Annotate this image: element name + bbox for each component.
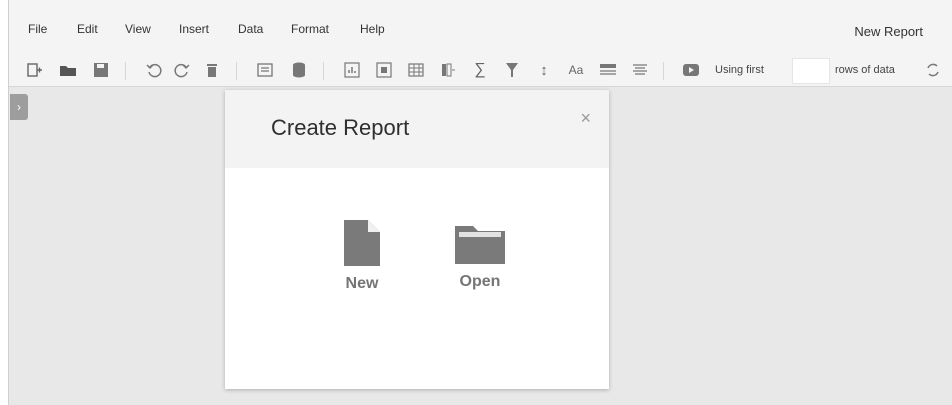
open-report-button[interactable]: Open xyxy=(445,220,515,291)
report-title: New Report xyxy=(854,24,923,39)
play-icon[interactable] xyxy=(681,60,701,80)
app-window: File Edit View Insert Data Format Help N… xyxy=(8,0,952,405)
sidebar-toggle[interactable]: › xyxy=(10,94,28,120)
column-add-icon[interactable] xyxy=(438,60,458,80)
table-layout-icon[interactable] xyxy=(255,60,275,80)
menu-format[interactable]: Format xyxy=(291,22,329,36)
menu-file[interactable]: File xyxy=(28,22,47,36)
toolbar: ∑ ↕ Aa Using first rows of data xyxy=(9,56,952,87)
dialog-title: Create Report xyxy=(271,115,410,140)
refresh-icon[interactable] xyxy=(923,60,943,80)
create-report-dialog: Create Report × New Open xyxy=(225,90,609,389)
menu-edit[interactable]: Edit xyxy=(77,22,98,36)
chart-icon[interactable] xyxy=(342,60,362,80)
dialog-header: Create Report × xyxy=(225,90,609,168)
folder-icon xyxy=(455,226,505,264)
delete-icon[interactable] xyxy=(202,60,222,80)
style-icon[interactable] xyxy=(598,60,618,80)
new-report-button[interactable]: New xyxy=(327,220,397,293)
align-icon[interactable] xyxy=(630,60,650,80)
file-icon xyxy=(344,220,380,266)
filter-icon[interactable] xyxy=(502,60,522,80)
using-first-label: Using first xyxy=(715,64,764,76)
close-button[interactable]: × xyxy=(580,108,591,129)
open-label: Open xyxy=(459,273,501,290)
undo-icon[interactable] xyxy=(144,60,164,80)
redo-icon[interactable] xyxy=(172,60,192,80)
frame-icon[interactable] xyxy=(374,60,394,80)
sort-icon[interactable]: ↕ xyxy=(534,60,554,80)
database-icon[interactable] xyxy=(289,60,309,80)
menu-insert[interactable]: Insert xyxy=(179,22,209,36)
menu-data[interactable]: Data xyxy=(238,22,263,36)
rows-of-data-label: rows of data xyxy=(835,64,895,76)
new-report-icon[interactable] xyxy=(25,60,45,80)
save-icon[interactable] xyxy=(91,60,111,80)
open-folder-icon[interactable] xyxy=(58,60,78,80)
menu-view[interactable]: View xyxy=(125,22,151,36)
menu-bar: File Edit View Insert Data Format Help N… xyxy=(9,0,952,56)
grid-icon[interactable] xyxy=(406,60,426,80)
menu-help[interactable]: Help xyxy=(360,22,385,36)
new-label: New xyxy=(345,275,379,292)
font-icon[interactable]: Aa xyxy=(566,60,586,80)
sum-icon[interactable]: ∑ xyxy=(470,60,490,80)
rows-count-input[interactable] xyxy=(792,58,830,84)
